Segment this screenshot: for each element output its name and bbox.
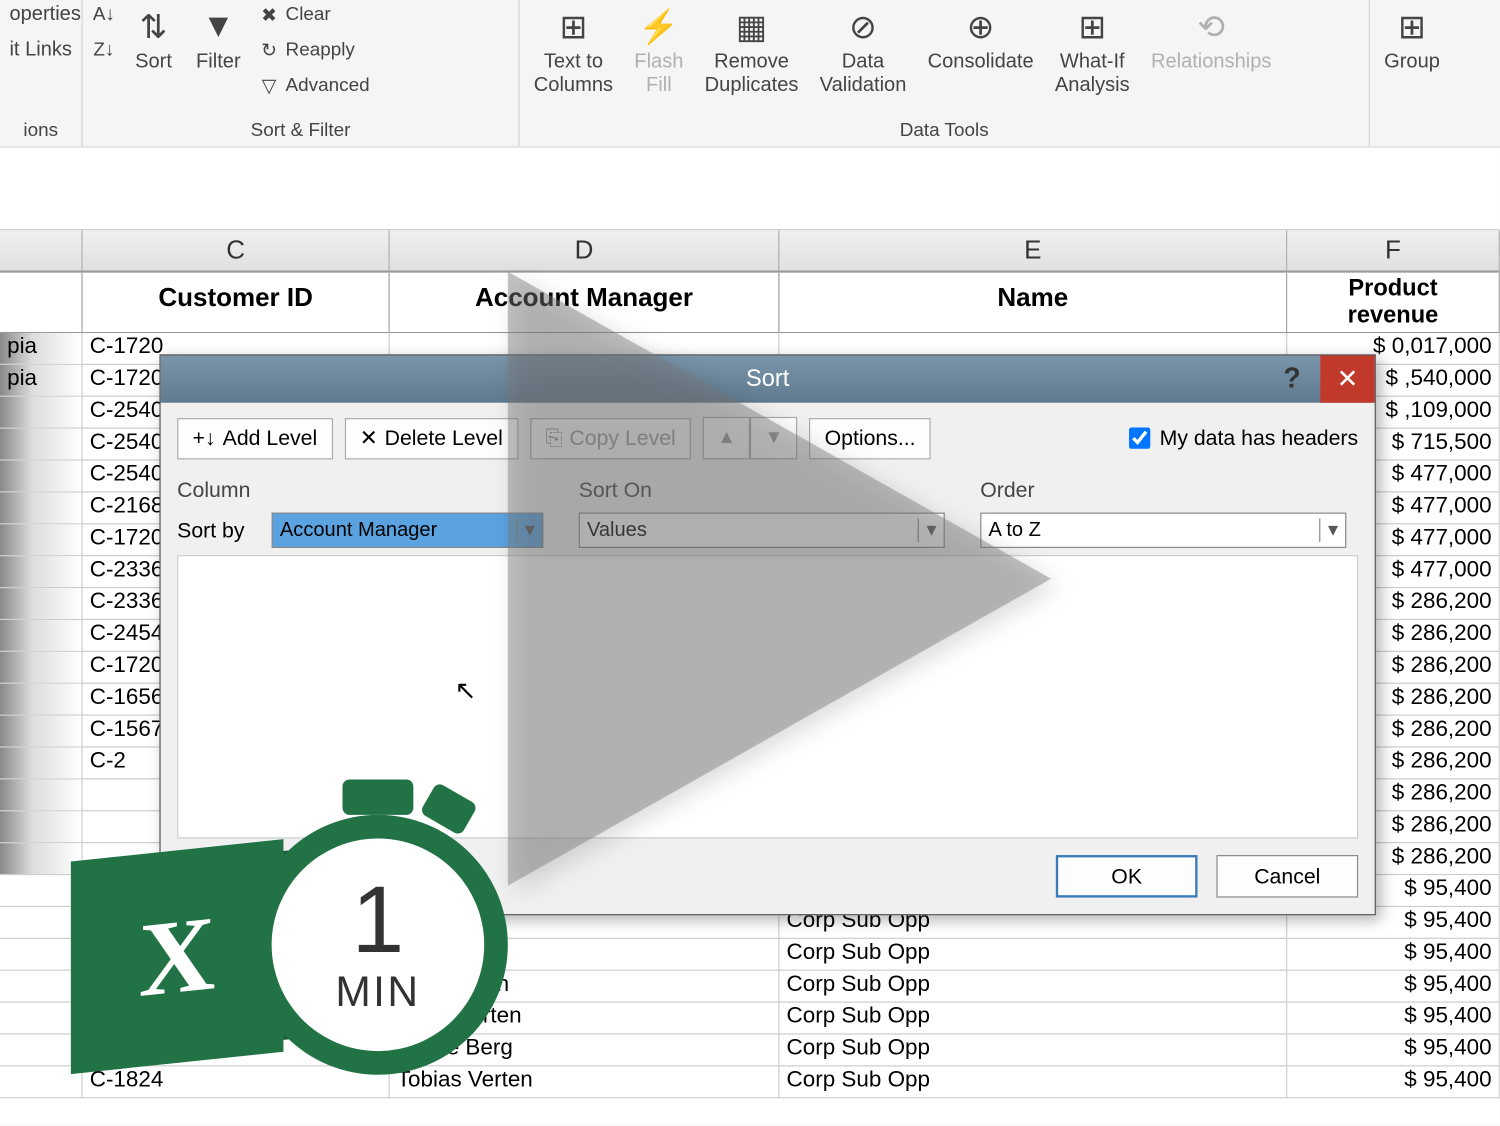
sort-by-label: Sort by <box>177 518 271 543</box>
headers-checkbox-label[interactable]: My data has headers <box>1129 426 1358 451</box>
reapply-button[interactable]: ↻Reapply <box>257 38 369 64</box>
options-button[interactable]: Options... <box>809 417 931 458</box>
stopwatch-icon: 1 MIN <box>236 779 543 1110</box>
formula-bar[interactable] <box>0 148 1500 231</box>
dialog-title: Sort <box>746 366 789 393</box>
help-button[interactable]: ? <box>1268 355 1315 402</box>
down-icon: ▼ <box>764 428 783 449</box>
sort-filter-group-label: Sort & Filter <box>92 118 509 144</box>
column-header-sorton: Sort On <box>579 474 981 508</box>
add-level-button[interactable]: +↓Add Level <box>177 417 332 458</box>
sort-za-icon: Z↓ <box>92 39 116 63</box>
copy-icon: ⎘ <box>545 426 562 451</box>
move-down-button[interactable]: ▼ <box>750 417 797 460</box>
order-select[interactable]: A to Z▾ <box>980 513 1346 548</box>
sort-on-select[interactable]: Values▾ <box>579 513 945 548</box>
delete-level-button[interactable]: ✕Delete Level <box>344 417 518 458</box>
data-validation-icon: ⊘ <box>842 5 885 48</box>
consolidate-button[interactable]: ⊕Consolidate <box>923 2 1038 75</box>
headers-checkbox[interactable] <box>1129 428 1150 449</box>
dropdown-icon: ▾ <box>517 518 535 542</box>
remove-duplicates-button[interactable]: ▦Remove Duplicates <box>700 2 803 99</box>
text-to-columns-button[interactable]: ⊞Text to Columns <box>529 2 618 99</box>
close-button[interactable]: ✕ <box>1320 355 1374 402</box>
sort-az-icon: A↓ <box>92 4 116 28</box>
header-name[interactable]: Name <box>779 273 1287 332</box>
filter-button[interactable]: ▼ Filter <box>191 2 245 75</box>
ribbon: operties it Links ions A↓ Z↓ ⇅ Sort ▼ Fi… <box>0 0 1500 148</box>
header-product-revenue[interactable]: Product revenue <box>1287 273 1500 332</box>
clear-icon: ✖ <box>257 4 281 28</box>
consolidate-icon: ⊕ <box>959 5 1002 48</box>
copy-level-button[interactable]: ⎘Copy Level <box>530 417 691 458</box>
cancel-button[interactable]: Cancel <box>1216 855 1358 898</box>
column-header-f[interactable]: F <box>1287 230 1500 270</box>
what-if-button[interactable]: ⊞What-If Analysis <box>1050 2 1134 99</box>
connections-group-label: ions <box>9 118 72 144</box>
delete-icon: ✕ <box>360 426 378 451</box>
relationships-button[interactable]: ⟲Relationships <box>1146 2 1276 75</box>
column-header-d[interactable]: D <box>390 230 780 270</box>
column-header-order: Order <box>980 474 1358 508</box>
text-to-columns-icon: ⊞ <box>552 5 595 48</box>
sort-button[interactable]: ⇅ Sort <box>128 2 180 75</box>
ok-button[interactable]: OK <box>1056 855 1198 898</box>
data-validation-button[interactable]: ⊘Data Validation <box>815 2 911 99</box>
flash-fill-button[interactable]: ⚡Flash Fill <box>630 2 689 99</box>
header-account-manager[interactable]: Account Manager <box>390 273 780 332</box>
filter-icon: ▼ <box>197 5 240 48</box>
flash-fill-icon: ⚡ <box>638 5 681 48</box>
advanced-icon: ▽ <box>257 74 281 98</box>
close-icon: ✕ <box>1337 364 1359 395</box>
data-tools-group-label: Data Tools <box>529 118 1359 144</box>
edit-links-label: it Links <box>9 38 72 62</box>
properties-label: operties <box>9 2 80 26</box>
dropdown-icon: ▾ <box>1320 518 1338 542</box>
header-customer-id[interactable]: Customer ID <box>83 273 390 332</box>
dialog-title-bar[interactable]: Sort ? ✕ <box>161 355 1375 402</box>
add-icon: +↓ <box>193 426 216 451</box>
move-up-button[interactable]: ▲ <box>703 417 750 460</box>
sort-za-button[interactable]: Z↓ <box>92 38 116 64</box>
sort-icon: ⇅ <box>132 5 175 48</box>
column-header-e[interactable]: E <box>779 230 1287 270</box>
column-header-c[interactable]: C <box>83 230 390 270</box>
table-row[interactable]: C-1824Tobias VertenCorp Sub Opp$ 95,400 <box>0 1066 1500 1098</box>
reapply-icon: ↻ <box>257 39 281 63</box>
remove-duplicates-icon: ▦ <box>730 5 773 48</box>
clear-button[interactable]: ✖Clear <box>257 2 369 28</box>
advanced-button[interactable]: ▽Advanced <box>257 73 369 99</box>
group-button[interactable]: ⊞Group <box>1379 2 1444 75</box>
group-icon: ⊞ <box>1391 5 1434 48</box>
up-icon: ▲ <box>717 428 736 449</box>
relationships-icon: ⟲ <box>1190 5 1233 48</box>
what-if-icon: ⊞ <box>1071 5 1114 48</box>
dropdown-icon: ▾ <box>918 518 936 542</box>
sort-by-field-select[interactable]: Account Manager▾ <box>272 513 544 548</box>
column-header-column: Column <box>177 474 579 508</box>
sort-az-button[interactable]: A↓ <box>92 2 116 28</box>
